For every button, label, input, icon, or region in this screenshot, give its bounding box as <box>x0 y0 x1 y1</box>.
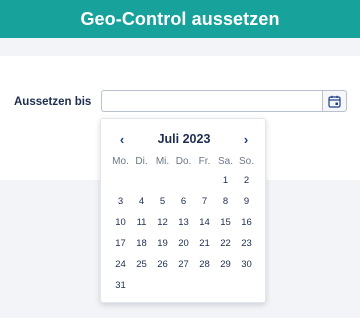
calendar-day[interactable]: 25 <box>131 254 152 275</box>
calendar-day[interactable]: 10 <box>110 212 131 233</box>
page-header: Geo-Control aussetzen <box>0 0 360 38</box>
weekday-header: Mi. <box>155 156 170 167</box>
calendar-day[interactable]: 16 <box>236 212 257 233</box>
calendar-day[interactable]: 9 <box>236 191 257 212</box>
calendar-day[interactable]: 5 <box>152 191 173 212</box>
calendar-day[interactable]: 13 <box>173 212 194 233</box>
calendar-day[interactable]: 11 <box>131 212 152 233</box>
calendar-day[interactable]: 17 <box>110 233 131 254</box>
calendar-day[interactable]: 23 <box>236 233 257 254</box>
calendar-day[interactable]: 8 <box>215 191 236 212</box>
calendar-grid: Mo. Di. Mi. Do. Fr. Sa. So. 1 2 3 4 5 6 7 8 9 10 11 12 13 14… <box>110 153 257 296</box>
calendar-day[interactable]: 24 <box>110 254 131 275</box>
empty-day-cell <box>194 170 215 191</box>
calendar-day[interactable]: 15 <box>215 212 236 233</box>
weekday-header: Fr. <box>198 156 211 167</box>
weekday-header: Sa. <box>217 156 233 167</box>
open-calendar-button[interactable] <box>322 90 347 112</box>
next-month-button[interactable]: › <box>238 131 254 147</box>
datepicker-header: ‹ Juli 2023 › <box>101 131 267 147</box>
calendar-day[interactable]: 6 <box>173 191 194 212</box>
calendar-day[interactable]: 14 <box>194 212 215 233</box>
calendar-icon <box>328 95 341 108</box>
weekday-header: Di. <box>135 156 148 167</box>
calendar-day[interactable]: 2 <box>236 170 257 191</box>
chevron-right-icon: › <box>243 131 249 147</box>
calendar-day[interactable]: 31 <box>110 275 131 296</box>
calendar-day[interactable]: 28 <box>194 254 215 275</box>
calendar-day[interactable]: 27 <box>173 254 194 275</box>
datepicker-popup: ‹ Juli 2023 › Mo. Di. Mi. Do. Fr. Sa. So. 1 2 3 4 5… <box>100 118 266 303</box>
calendar-day[interactable]: 30 <box>236 254 257 275</box>
calendar-day[interactable]: 7 <box>194 191 215 212</box>
calendar-day[interactable]: 3 <box>110 191 131 212</box>
calendar-day[interactable]: 20 <box>173 233 194 254</box>
empty-day-cell <box>152 170 173 191</box>
calendar-day[interactable]: 19 <box>152 233 173 254</box>
empty-day-cell <box>131 170 152 191</box>
calendar-day[interactable]: 22 <box>215 233 236 254</box>
empty-day-cell <box>173 170 194 191</box>
weekday-header: Mo. <box>112 156 129 167</box>
page-title: Geo-Control aussetzen <box>80 8 280 29</box>
calendar-day[interactable]: 29 <box>215 254 236 275</box>
empty-day-cell <box>110 170 131 191</box>
calendar-day[interactable]: 1 <box>215 170 236 191</box>
calendar-day[interactable]: 26 <box>152 254 173 275</box>
calendar-day[interactable]: 12 <box>152 212 173 233</box>
suspend-until-label: Aussetzen bis <box>14 96 92 108</box>
weekday-header: So. <box>238 156 254 167</box>
calendar-day[interactable]: 18 <box>131 233 152 254</box>
calendar-day[interactable]: 4 <box>131 191 152 212</box>
suspend-until-date-input[interactable] <box>101 90 323 112</box>
calendar-day[interactable]: 21 <box>194 233 215 254</box>
weekday-header: Do. <box>175 156 192 167</box>
